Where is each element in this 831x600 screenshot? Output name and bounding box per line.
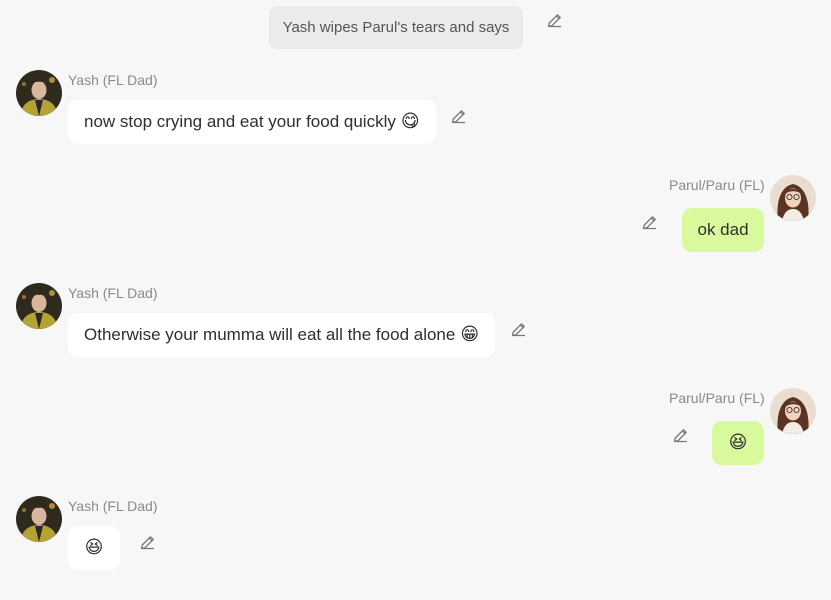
avatar-yash-image: [16, 283, 62, 329]
chat-window: Yash wipes Parul's tears and says Yash (…: [0, 0, 831, 600]
avatar-yash[interactable]: [16, 496, 62, 542]
message-bubble-outgoing: ok dad: [682, 208, 764, 252]
message-text: ok dad: [697, 220, 749, 239]
sender-name: Parul/Paru (FL): [669, 390, 765, 406]
edit-message-button[interactable]: [138, 533, 156, 551]
message-emoji: 😁: [460, 324, 480, 345]
avatar-parul[interactable]: [770, 388, 816, 434]
edit-message-button[interactable]: [671, 426, 689, 444]
edit-message-button[interactable]: [640, 213, 658, 231]
narration-text: Yash wipes Parul's tears and says: [282, 19, 510, 36]
message-text: Otherwise your mumma will eat all the fo…: [84, 325, 456, 344]
sender-name: Yash (FL Dad): [68, 285, 158, 301]
message-emoji: 😋: [400, 111, 420, 132]
sender-name: Yash (FL Dad): [68, 498, 158, 514]
message-emoji: 😆: [84, 537, 104, 558]
message-text: now stop crying and eat your food quickl…: [84, 112, 396, 131]
avatar-yash-image: [16, 70, 62, 116]
message-emoji: 😆: [728, 432, 748, 453]
pencil-icon: [547, 13, 561, 27]
pencil-icon: [140, 535, 154, 549]
narration-bubble: Yash wipes Parul's tears and says: [269, 6, 523, 49]
sender-name: Yash (FL Dad): [68, 72, 158, 88]
pencil-icon: [451, 109, 465, 123]
edit-narration-button[interactable]: [545, 11, 563, 29]
message-bubble-incoming: 😆: [68, 526, 120, 570]
avatar-yash[interactable]: [16, 283, 62, 329]
avatar-yash[interactable]: [16, 70, 62, 116]
pencil-icon: [673, 428, 687, 442]
pencil-icon: [642, 215, 656, 229]
pencil-icon: [511, 322, 525, 336]
avatar-parul[interactable]: [770, 175, 816, 221]
message-bubble-incoming: now stop crying and eat your food quickl…: [68, 100, 436, 144]
avatar-yash-image: [16, 496, 62, 542]
avatar-parul-image: [770, 175, 816, 221]
message-bubble-incoming: Otherwise your mumma will eat all the fo…: [68, 313, 496, 357]
edit-message-button[interactable]: [449, 107, 467, 125]
message-bubble-outgoing: 😆: [712, 421, 764, 465]
avatar-parul-image: [770, 388, 816, 434]
sender-name: Parul/Paru (FL): [669, 177, 765, 193]
edit-message-button[interactable]: [509, 320, 527, 338]
